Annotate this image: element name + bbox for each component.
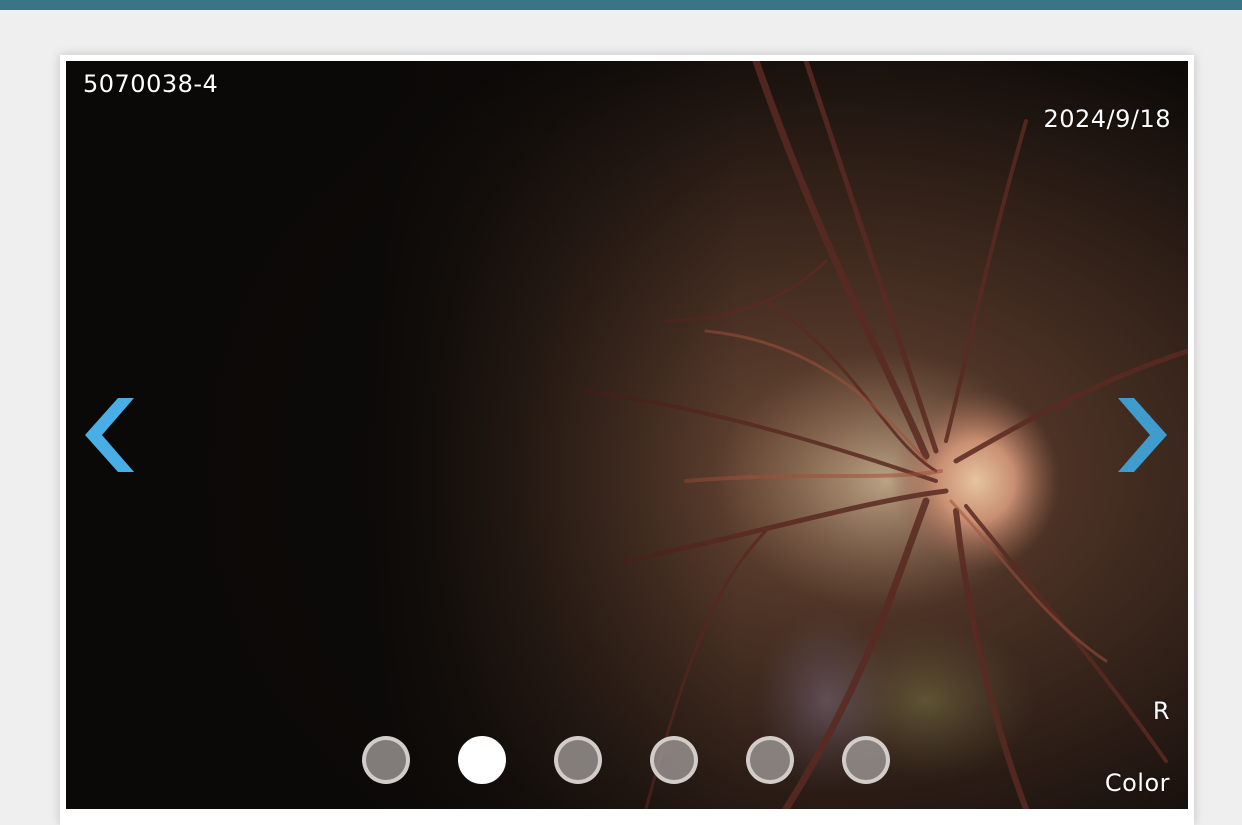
next-image-button[interactable] [1112, 395, 1172, 475]
slide-dot-5[interactable] [746, 736, 794, 784]
slide-dot-4[interactable] [650, 736, 698, 784]
slide-dot-3[interactable] [554, 736, 602, 784]
fundus-image-viewer: 5070038-4 2024/9/18 R Color [66, 61, 1188, 809]
slide-dot-1[interactable] [362, 736, 410, 784]
modality-label: Color [1104, 769, 1170, 797]
previous-image-button[interactable] [80, 395, 140, 475]
slide-indicator [362, 736, 890, 786]
exam-date: 2024/9/18 [1043, 105, 1171, 133]
chevron-right-icon [1118, 398, 1167, 472]
top-bar [0, 0, 1242, 10]
patient-id: 5070038-4 [83, 70, 219, 98]
eye-side-label: R [1152, 697, 1170, 725]
slide-dot-6[interactable] [842, 736, 890, 784]
fundus-photo [66, 61, 1188, 809]
slide-dot-2-active[interactable] [458, 736, 506, 784]
chevron-left-icon [85, 398, 134, 472]
